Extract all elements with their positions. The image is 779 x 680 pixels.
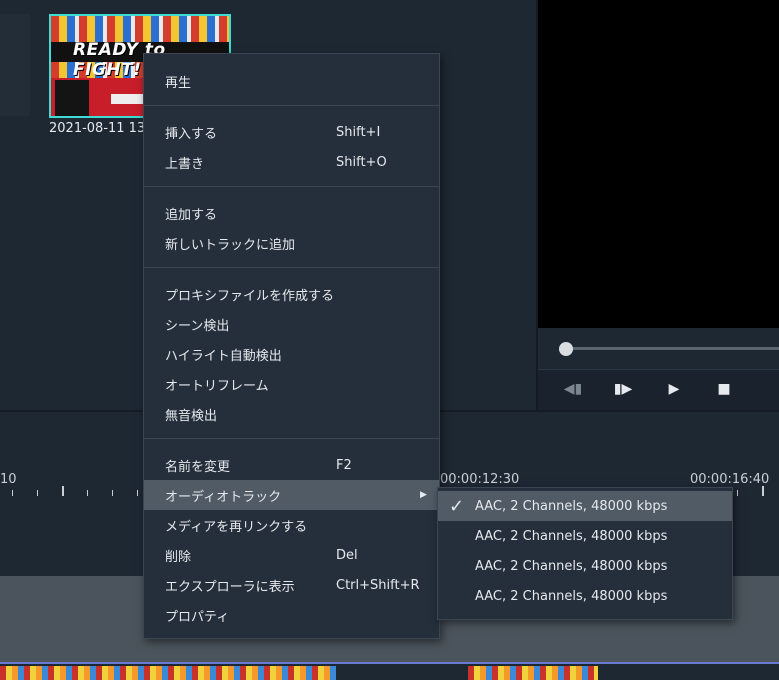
check-icon: ✓ bbox=[449, 496, 465, 517]
play-icon[interactable]: ▶ bbox=[665, 380, 683, 398]
menu-item-add[interactable]: 追加する bbox=[144, 198, 439, 228]
submenu-label: AAC, 2 Channels, 48000 kbps bbox=[475, 588, 668, 604]
menu-item-audio-track[interactable]: オーディオトラック ▶ bbox=[144, 480, 439, 510]
menu-shortcut: Ctrl+Shift+R bbox=[336, 577, 420, 593]
menu-label: 再生 bbox=[165, 75, 192, 91]
menu-item-silence-detect[interactable]: 無音検出 bbox=[144, 399, 439, 429]
menu-item-add-new-track[interactable]: 新しいトラックに追加 bbox=[144, 228, 439, 258]
menu-label: 名前を変更 bbox=[165, 459, 231, 475]
menu-label: オートリフレーム bbox=[165, 378, 269, 394]
menu-item-delete[interactable]: 削除 Del bbox=[144, 540, 439, 570]
submenu-item-audio-track[interactable]: ✓ AAC, 2 Channels, 48000 kbps bbox=[438, 491, 732, 521]
menu-item-create-proxy[interactable]: プロキシファイルを作成する bbox=[144, 279, 439, 309]
submenu-item-audio-track[interactable]: AAC, 2 Channels, 48000 kbps bbox=[438, 551, 732, 581]
menu-label: 新しいトラックに追加 bbox=[165, 237, 296, 253]
menu-label: プロキシファイルを作成する bbox=[165, 288, 335, 304]
ruler-tick bbox=[87, 490, 88, 496]
thumb-character bbox=[55, 80, 89, 116]
menu-item-insert[interactable]: 挿入する Shift+I bbox=[144, 117, 439, 147]
timeline-clip[interactable] bbox=[468, 666, 598, 680]
menu-label: 削除 bbox=[165, 549, 192, 565]
menu-item-autoreframe[interactable]: オートリフレーム bbox=[144, 369, 439, 399]
menu-item-scene-detect[interactable]: シーン検出 bbox=[144, 309, 439, 339]
menu-shortcut: F2 bbox=[336, 457, 352, 473]
ruler-label: 00:00:16:40 bbox=[690, 472, 770, 487]
menu-shortcut: Del bbox=[336, 547, 358, 563]
submenu-label: AAC, 2 Channels, 48000 kbps bbox=[475, 558, 668, 574]
ruler-tick bbox=[37, 490, 38, 496]
menu-label: 追加する bbox=[165, 207, 218, 223]
menu-shortcut: Shift+I bbox=[336, 124, 381, 140]
ruler-tick bbox=[137, 490, 138, 496]
scrub-track[interactable] bbox=[565, 347, 779, 350]
menu-label: プロパティ bbox=[165, 609, 230, 625]
menu-label: ハイライト自動検出 bbox=[165, 348, 282, 364]
next-frame-icon[interactable]: ▮▶ bbox=[614, 380, 632, 398]
ruler-label: 00:00:12:30 bbox=[440, 472, 520, 487]
submenu-item-audio-track[interactable]: AAC, 2 Channels, 48000 kbps bbox=[438, 581, 732, 611]
menu-separator bbox=[144, 105, 439, 106]
thumbnail-caption: 2021-08-11 13 bbox=[49, 121, 146, 136]
menu-separator bbox=[144, 186, 439, 187]
submenu-label: AAC, 2 Channels, 48000 kbps bbox=[475, 498, 668, 514]
context-menu: 再生 挿入する Shift+I 上書き Shift+O 追加する 新しいトラックに追… bbox=[143, 53, 440, 639]
timeline-clip[interactable] bbox=[0, 666, 336, 680]
menu-separator bbox=[144, 267, 439, 268]
ruler-label: 10 bbox=[0, 472, 17, 487]
menu-item-play[interactable]: 再生 bbox=[144, 66, 439, 96]
stop-icon[interactable]: ■ bbox=[715, 380, 733, 398]
prev-frame-icon[interactable]: ◀▮ bbox=[564, 380, 582, 398]
ruler-tick bbox=[62, 486, 64, 496]
submenu-arrow-icon: ▶ bbox=[420, 490, 427, 500]
menu-label: 無音検出 bbox=[165, 408, 218, 424]
submenu-label: AAC, 2 Channels, 48000 kbps bbox=[475, 528, 668, 544]
menu-label: メディアを再リンクする bbox=[165, 519, 308, 535]
menu-label: オーディオトラック bbox=[165, 489, 282, 505]
preview-viewport-right bbox=[628, 0, 779, 328]
menu-item-properties[interactable]: プロパティ bbox=[144, 600, 439, 630]
menu-separator bbox=[144, 438, 439, 439]
menu-item-highlight-detect[interactable]: ハイライト自動検出 bbox=[144, 339, 439, 369]
media-item-placeholder[interactable] bbox=[0, 14, 30, 116]
menu-item-overwrite[interactable]: 上書き Shift+O bbox=[144, 147, 439, 177]
audio-track-submenu: ✓ AAC, 2 Channels, 48000 kbps AAC, 2 Chan… bbox=[437, 487, 733, 620]
menu-item-relink[interactable]: メディアを再リンクする bbox=[144, 510, 439, 540]
menu-label: 挿入する bbox=[165, 126, 218, 142]
ruler-tick bbox=[762, 486, 764, 496]
ruler-tick bbox=[112, 490, 113, 496]
menu-label: エクスプローラに表示 bbox=[165, 579, 295, 595]
menu-label: シーン検出 bbox=[165, 318, 230, 334]
ruler-tick bbox=[737, 490, 738, 496]
menu-shortcut: Shift+O bbox=[336, 154, 387, 170]
menu-label: 上書き bbox=[165, 156, 205, 172]
ruler-tick bbox=[12, 490, 13, 496]
menu-item-rename[interactable]: 名前を変更 F2 bbox=[144, 450, 439, 480]
scrub-handle[interactable] bbox=[559, 342, 573, 356]
menu-item-show-explorer[interactable]: エクスプローラに表示 Ctrl+Shift+R bbox=[144, 570, 439, 600]
submenu-item-audio-track[interactable]: AAC, 2 Channels, 48000 kbps bbox=[438, 521, 732, 551]
